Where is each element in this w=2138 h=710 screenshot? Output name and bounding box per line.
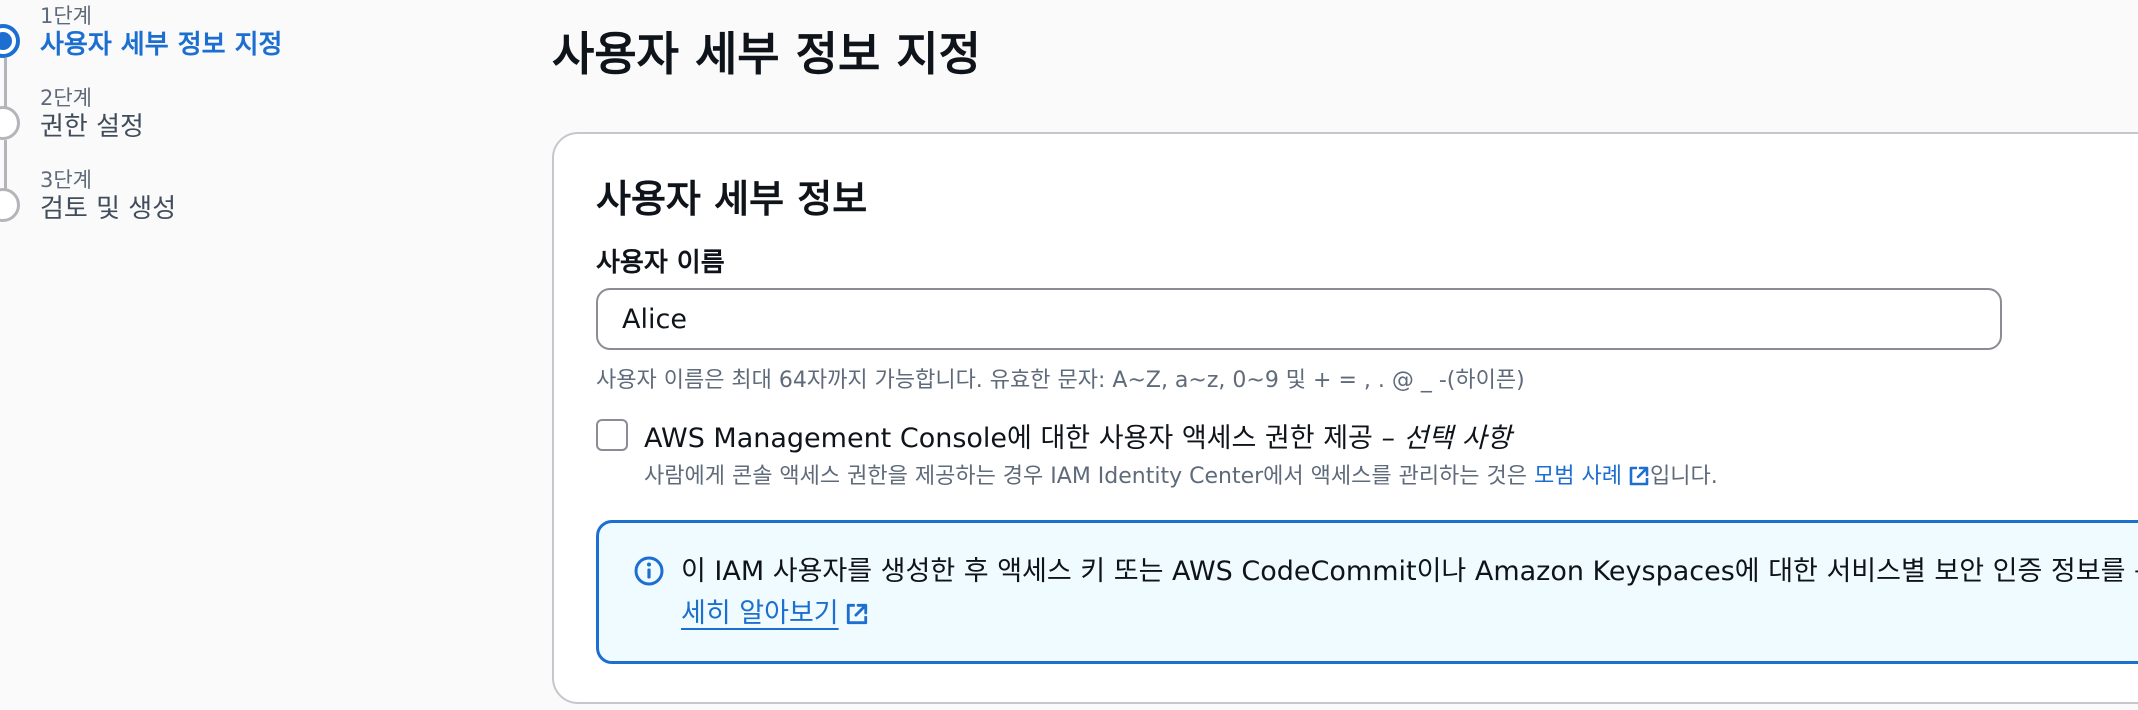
page-title: 사용자 세부 정보 지정: [552, 27, 981, 81]
step-1-label[interactable]: 사용자 세부 정보 지정: [40, 24, 282, 61]
console-desc-before: 사람에게 콘솔 액세스 권한을 제공하는 경우 IAM Identity Cen…: [644, 464, 1535, 489]
info-icon: [634, 556, 664, 586]
best-practice-link-text: 모범 사례: [1534, 464, 1622, 489]
console-access-description: 사람에게 콘솔 액세스 권한을 제공하는 경우 IAM Identity Cen…: [644, 458, 1718, 490]
learn-more-link[interactable]: 세히 알아보기: [681, 591, 869, 630]
step-2-pending-icon: [0, 106, 20, 140]
console-access-checkbox[interactable]: [596, 419, 628, 451]
step-3-pending-icon: [0, 188, 20, 222]
step-3-label: 검토 및 생성: [40, 194, 177, 224]
optional-label: 선택 사항: [1403, 423, 1512, 454]
info-alert-text: 이 IAM 사용자를 생성한 후 액세스 키 또는 AWS CodeCommit…: [681, 556, 2138, 587]
learn-more-link-text: 세히 알아보기: [681, 598, 839, 629]
console-access-label-main: AWS Management Console에 대한 사용자 액세스 권한 제공…: [644, 423, 1404, 454]
console-desc-after: 입니다.: [1649, 464, 1718, 489]
external-link-icon: [846, 603, 867, 625]
username-constraint-text: 사용자 이름은 최대 64자까지 가능합니다. 유효한 문자: A~Z, a~z…: [596, 368, 1525, 393]
external-link-icon: [1629, 466, 1649, 486]
best-practice-link[interactable]: 모범 사례: [1534, 464, 1650, 489]
info-alert: 이 IAM 사용자를 생성한 후 액세스 키 또는 AWS CodeCommit…: [596, 520, 2138, 664]
console-access-label[interactable]: AWS Management Console에 대한 사용자 액세스 권한 제공…: [644, 416, 1512, 455]
step-1-active-icon: [0, 24, 20, 58]
step-2-label: 권한 설정: [40, 112, 144, 142]
username-input[interactable]: [596, 288, 2002, 350]
wizard-stepper: 1단계 사용자 세부 정보 지정 2단계 권한 설정 3단계 검토 및 생성: [0, 0, 520, 710]
panel-title: 사용자 세부 정보: [596, 177, 868, 221]
username-label: 사용자 이름: [596, 248, 725, 278]
user-details-panel: 사용자 세부 정보 사용자 이름 사용자 이름은 최대 64자까지 가능합니다.…: [552, 132, 2138, 704]
